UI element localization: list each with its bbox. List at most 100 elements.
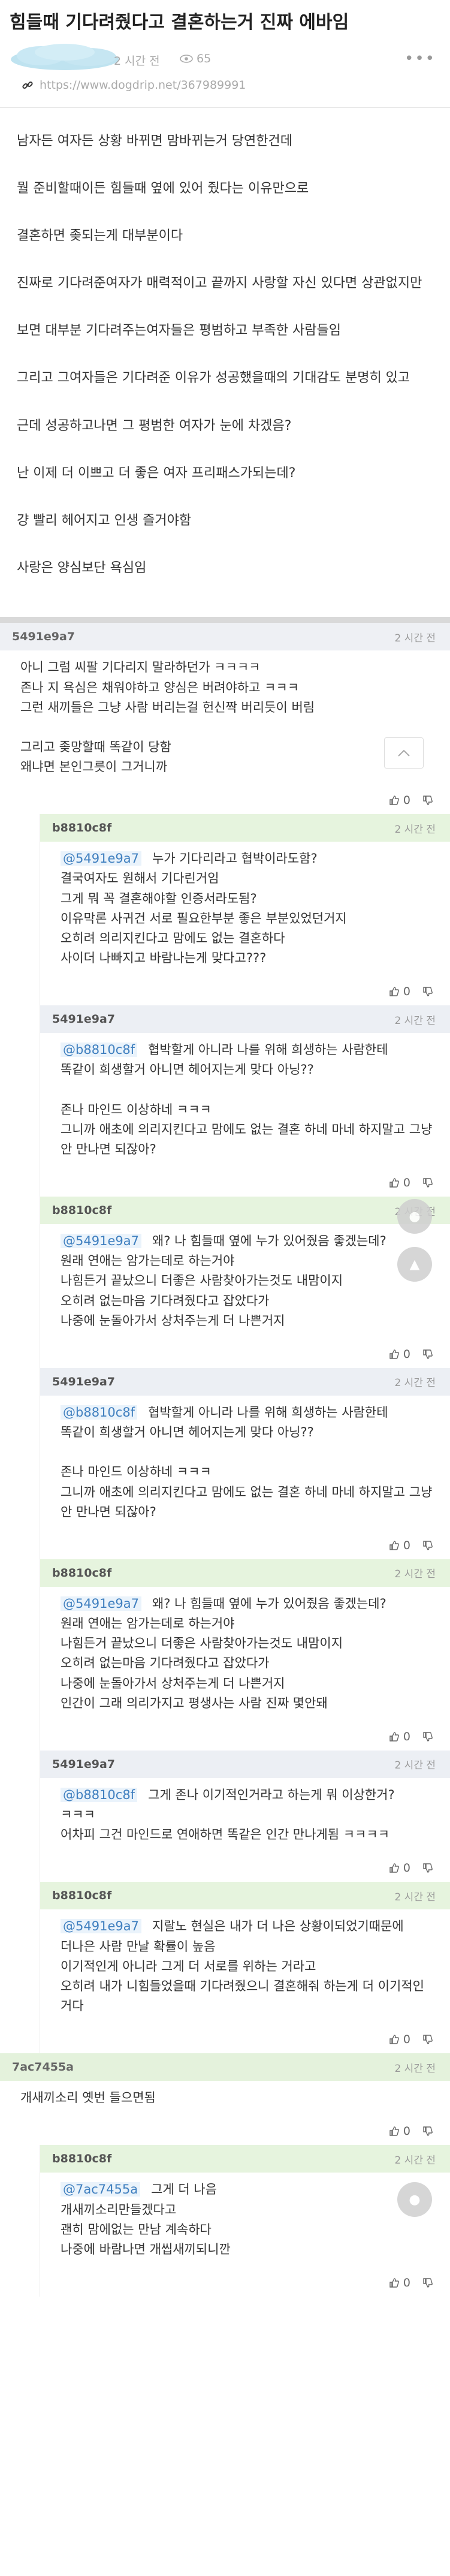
upvote-count: 0: [403, 2125, 410, 2138]
comment-line: 더나은 사람 만날 확률이 높음: [61, 1939, 216, 1954]
comment-time: 2 시간 전: [394, 1759, 436, 1772]
comment-header: 5491e9a7 2 시간 전: [40, 1005, 450, 1034]
mention-link[interactable]: @7ac7455a: [61, 2182, 141, 2197]
comment-author[interactable]: 5491e9a7: [52, 1758, 115, 1771]
downvote-button[interactable]: [422, 795, 433, 806]
mention-link[interactable]: @b8810c8f: [61, 1787, 138, 1802]
comment: 5491e9a7 2 시간 전 @b8810c8f 협박할게 아니라 나를 위해 희생…: [40, 1005, 450, 1197]
comment: b8810c8f 2 시간 전 @5491e9a7 지랄노 현실은 내가 더 나은 상…: [40, 1882, 450, 2054]
comment-author[interactable]: b8810c8f: [52, 2152, 111, 2165]
post-url-row[interactable]: https://www.dogdrip.net/367989991: [0, 76, 450, 107]
comment-line: 그런 새끼들은 그냥 사람 버리는걸 헌신짝 버리듯이 버림: [20, 700, 315, 715]
upvote-count: 0: [403, 985, 410, 999]
mention-link[interactable]: @5491e9a7: [61, 1234, 141, 1249]
comment-bubble-icon[interactable]: ●: [397, 1199, 432, 1234]
comment-line: ㅋㅋㅋ: [61, 1807, 95, 1822]
scroll-top-float-icon[interactable]: ▲: [397, 1247, 432, 1282]
comment-line: 똑같이 희생할거 아니면 헤어지는게 맞다 아닝??: [61, 1062, 314, 1077]
upvote-button[interactable]: 0: [389, 1176, 410, 1189]
comments-divider: [0, 617, 450, 623]
comment-text: 협박할게 아니라 나를 위해 희생하는 사람한테: [148, 1405, 388, 1420]
mention-link[interactable]: @b8810c8f: [61, 1043, 138, 1057]
thumbs-up-icon: [389, 1349, 399, 1359]
comment-line: @b8810c8f 그게 존나 이기적인거라고 하는게 뭐 이상한거?: [61, 1785, 434, 1805]
mention-link[interactable]: @5491e9a7: [61, 1919, 141, 1934]
thumbs-up-icon: [389, 987, 399, 996]
downvote-button[interactable]: [422, 1177, 433, 1188]
mention-link[interactable]: @b8810c8f: [61, 1405, 138, 1420]
comment-line: 나중에 바람나면 개씹새끼되니깐: [61, 2241, 231, 2256]
upvote-button[interactable]: 0: [389, 985, 410, 998]
page: 힘들때 기다려줬다고 결혼하는거 진짜 에바임 2 시간 전 65 ••• ht…: [0, 0, 450, 2576]
downvote-button[interactable]: [422, 2126, 433, 2137]
upvote-button[interactable]: 0: [389, 2033, 410, 2046]
more-icon[interactable]: •••: [404, 50, 436, 68]
comment-time: 2 시간 전: [394, 823, 436, 836]
post-time: 2 시간 전: [114, 54, 160, 68]
comment-text: 왜? 나 힘들때 옆에 누가 있어줬음 좋겠는데?: [152, 1596, 386, 1611]
downvote-button[interactable]: [422, 986, 433, 997]
upvote-count: 0: [403, 1861, 410, 1875]
thumbs-down-icon: [423, 1863, 433, 1873]
comment-line: 나힘든거 끝났으니 더좋은 사람찾아가는것도 내맘이지: [61, 1273, 343, 1288]
comment-author[interactable]: 5491e9a7: [52, 1013, 115, 1026]
avatar[interactable]: [5, 39, 131, 76]
comment-author[interactable]: 7ac7455a: [12, 2060, 74, 2074]
comment-author[interactable]: b8810c8f: [52, 821, 111, 834]
post-url[interactable]: https://www.dogdrip.net/367989991: [40, 79, 246, 92]
comment-line: 어차피 그건 마인드로 연애하면 똑같은 인간 만나게됨 ㅋㅋㅋㅋ: [61, 1827, 390, 1842]
thumbs-down-icon: [423, 2278, 433, 2288]
comment-text: 협박할게 아니라 나를 위해 희생하는 사람한테: [148, 1043, 388, 1057]
thumbs-down-icon: [423, 1732, 433, 1742]
comment: b8810c8f 2 시간 전 @7ac7455a 그게 더 나음 개새끼소리만들겠다고…: [40, 2145, 450, 2297]
comment-author[interactable]: b8810c8f: [52, 1566, 111, 1580]
comment-author[interactable]: b8810c8f: [52, 1889, 111, 1902]
mention-link[interactable]: @5491e9a7: [61, 851, 141, 866]
comment-header: 5491e9a7 2 시간 전: [0, 623, 450, 651]
comment-footer: 0: [40, 1854, 450, 1882]
comment-header: b8810c8f2 시간 전: [40, 1197, 450, 1225]
comment-line: 오히려 내가 니힘들었을때 기다려줬으니 결혼해줘 하는게 더 이기적인거다: [61, 1978, 425, 2014]
comment-author[interactable]: 5491e9a7: [52, 1375, 115, 1388]
comment-text: 누가 기다리라고 협박이라도함?: [152, 851, 318, 866]
comment: b8810c8f 2 시간 전 @5491e9a7 누가 기다리라고 협박이라도함? 결…: [40, 814, 450, 1006]
comment-line: 존나 지 욕심은 채워야하고 양심은 버려야하고 ㅋㅋㅋ: [20, 680, 300, 695]
comment: b8810c8f2 시간 전@5491e9a7왜? 나 힘들때 옆에 누가 있어…: [40, 1559, 450, 1751]
downvote-button[interactable]: [422, 2277, 433, 2288]
comment-line: 똑같이 희생할거 아니면 헤어지는게 맞다 아닝??: [61, 1425, 314, 1440]
comment-author[interactable]: b8810c8f: [52, 1204, 111, 1217]
post-body: 남자든 여자든 상황 바뀌면 맘바뀌는거 당연한건데 뭘 준비할때이든 힘들때 …: [0, 108, 450, 769]
comment-line: 존나 마인드 이상하네 ㅋㅋㅋ: [61, 1102, 212, 1117]
upvote-button[interactable]: 0: [389, 2276, 410, 2289]
comment-line: 나중에 눈돌아가서 상처주는게 더 나쁜거지: [61, 1676, 285, 1691]
downvote-button[interactable]: [422, 2034, 433, 2045]
comment-line: @5491e9a7 왜? 나 힘들때 옆에 누가 있어줬음 좋겠는데?: [61, 1594, 434, 1614]
comment: 7ac7455a 2 시간 전 개새끼소리 옛번 들으면됨 0: [0, 2053, 450, 2145]
downvote-button[interactable]: [422, 1863, 433, 1873]
comment-line: [20, 718, 434, 737]
downvote-button[interactable]: [422, 1540, 433, 1551]
comment-header: b8810c8f2 시간 전: [40, 2145, 450, 2173]
comment-author[interactable]: 5491e9a7: [12, 630, 75, 643]
post-paragraph: 난 이제 더 이쁘고 더 좋은 여자 프리패스가되는데?: [17, 465, 296, 481]
comment: b8810c8f2 시간 전@5491e9a7왜? 나 힘들때 옆에 누가 있어…: [40, 1197, 450, 1368]
thumbs-up-icon: [389, 2035, 399, 2044]
upvote-button[interactable]: 0: [389, 1730, 410, 1743]
post-meta: 2 시간 전 65 •••: [0, 41, 450, 76]
downvote-button[interactable]: [422, 1731, 433, 1742]
upvote-button[interactable]: 0: [389, 2125, 410, 2138]
mention-link[interactable]: @5491e9a7: [61, 1596, 141, 1611]
comment-footer: 0: [0, 2117, 450, 2145]
comment-body: @5491e9a7 왜? 나 힘들때 옆에 누가 있어줬음 좋겠는데? 원래 연애는…: [40, 1224, 450, 1340]
comment-text: 지랄노 현실은 내가 더 나은 상황이되었기때문에: [152, 1919, 404, 1934]
upvote-button[interactable]: 0: [389, 1348, 410, 1361]
comment-bubble-icon[interactable]: ●: [397, 2182, 432, 2217]
upvote-button[interactable]: 0: [389, 1861, 410, 1875]
upvote-count: 0: [403, 1347, 410, 1361]
upvote-button[interactable]: 0: [389, 1539, 410, 1552]
comment-header: 5491e9a7 2 시간 전: [40, 1367, 450, 1396]
comment-body: 아니 그럼 씨팔 기다리지 말라하던가 ㅋㅋㅋㅋ 존나 지 욕심은 채워야하고 양…: [0, 650, 450, 787]
comment-line: 오히려 없는마음 기다려줬다고 잡았다가: [61, 1656, 270, 1671]
downvote-button[interactable]: [422, 1349, 433, 1360]
upvote-button[interactable]: 0: [389, 794, 410, 807]
